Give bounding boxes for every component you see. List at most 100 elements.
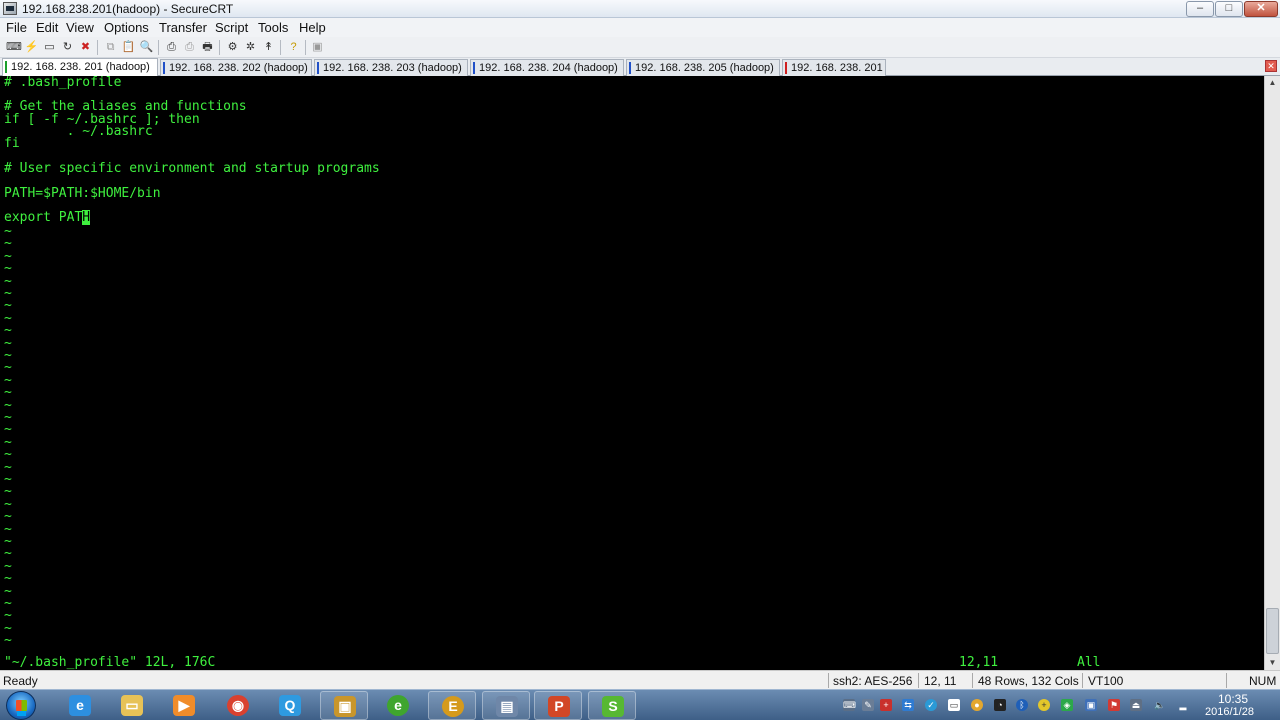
security-shield-icon[interactable]: ◈ (1061, 699, 1073, 711)
taskbar-media-player[interactable]: ▶ (160, 691, 208, 720)
leaf-icon: S (602, 696, 624, 717)
terminal-text: export PAT (4, 210, 83, 225)
flag-tray-icon[interactable]: ⚑ (1108, 699, 1120, 711)
chrome-tray-icon[interactable]: ● (971, 699, 983, 711)
session-options-icon[interactable]: ⚙ (225, 40, 240, 54)
green-e-icon: e (387, 695, 409, 716)
taskbar-editor[interactable]: E (428, 691, 476, 720)
taskbar-remote-desktop[interactable]: ▤ (482, 691, 530, 720)
tab-status-icon (317, 62, 319, 74)
tab-status-icon (473, 62, 475, 74)
taskbar-internet-explorer[interactable]: e (56, 691, 104, 720)
print-selection-icon[interactable]: ⎙ (182, 40, 197, 54)
menu-help[interactable]: Help (299, 20, 326, 35)
connect-icon[interactable]: ⌨ (6, 40, 22, 54)
menu-script[interactable]: Script (215, 20, 248, 35)
shield-tray-icon[interactable]: ✓ (925, 699, 937, 711)
clock-time[interactable]: 10:35 (1218, 692, 1248, 706)
paste-icon[interactable]: 📋 (121, 40, 136, 54)
status-divider (1226, 673, 1227, 688)
copy-icon[interactable]: ⧉ (103, 40, 118, 54)
bluetooth-icon[interactable]: ᛒ (1016, 699, 1028, 711)
menu-bar: File Edit View Options Transfer Script T… (0, 18, 1280, 37)
usb-tray-icon[interactable]: ⏏ (1130, 699, 1142, 711)
tab-status-icon (629, 62, 631, 74)
find-icon[interactable]: 🔍 (139, 40, 154, 54)
keymap-icon[interactable]: ↟ (261, 40, 276, 54)
tab-session-203[interactable]: 192. 168. 238. 203 (hadoop) (314, 59, 468, 76)
title-bar: 192.168.238.201(hadoop) - SecureCRT – □ … (0, 0, 1280, 18)
menu-tools[interactable]: Tools (258, 20, 288, 35)
scrollbar-thumb[interactable] (1266, 608, 1279, 654)
terminal-line: fi (4, 136, 20, 151)
status-divider (1082, 673, 1083, 688)
terminal-view[interactable]: # .bash_profile # Get the aliases and fu… (0, 76, 1264, 670)
taskbar-chrome[interactable]: ◉ (214, 691, 262, 720)
menu-options[interactable]: Options (104, 20, 149, 35)
print-icon[interactable]: 🖶 (200, 40, 215, 54)
menu-edit[interactable]: Edit (36, 20, 58, 35)
tab-status-icon (5, 61, 7, 73)
terminal-cursor: H (82, 210, 91, 225)
powerpoint-icon: P (548, 696, 570, 717)
status-size: 48 Rows, 132 Cols (978, 674, 1079, 688)
maximize-button[interactable]: □ (1215, 1, 1243, 17)
terminal-scrollbar[interactable]: ▲ ▼ (1264, 76, 1280, 670)
clock-date[interactable]: 2016/1/28 (1205, 706, 1254, 718)
tab-session-202[interactable]: 192. 168. 238. 202 (hadoop) (160, 59, 312, 76)
browser-icon: Q (279, 695, 301, 716)
taskbar-browser-green[interactable]: e (374, 691, 422, 720)
toolbar: ⌨ ⚡ ▭ ↻ ✖ ⧉ 📋 🔍 ⎙ ⎙ 🖶 ⚙ ✲ ↟ ? ▣ (0, 37, 1280, 58)
taskbar-powerpoint[interactable]: P (534, 691, 582, 720)
securecrt-app-icon[interactable] (3, 2, 17, 15)
status-cipher: ssh2: AES-256 (833, 674, 913, 688)
start-button[interactable] (6, 691, 36, 720)
minimize-button[interactable]: – (1186, 1, 1214, 17)
tab-session-204[interactable]: 192. 168. 238. 204 (hadoop) (470, 59, 624, 76)
plus-tray-icon[interactable]: + (1038, 699, 1050, 711)
scroll-up-icon[interactable]: ▲ (1265, 76, 1280, 90)
status-divider (828, 673, 829, 688)
menu-view[interactable]: View (66, 20, 94, 35)
tab-label: 192. 168. 238. 202 (hadoop) (169, 62, 308, 74)
terminal-line: # .bash_profile (4, 76, 122, 90)
pen-tray-icon[interactable]: ✎ (862, 699, 874, 711)
close-window-button[interactable]: ✕ (1244, 1, 1278, 17)
window-tray-icon[interactable]: ▭ (948, 699, 960, 711)
status-bar: Ready ssh2: AES-256 12, 11 48 Rows, 132 … (0, 670, 1280, 689)
global-options-icon[interactable]: ✲ (243, 40, 258, 54)
quick-connect-icon[interactable]: ⚡ (24, 40, 39, 54)
tab-session-201[interactable]: 192. 168. 238. 201 (hadoop) (2, 58, 158, 76)
scroll-down-icon[interactable]: ▼ (1265, 656, 1280, 670)
options-icon[interactable]: ▣ (310, 40, 325, 54)
tab-session-201-disconnected[interactable]: 192. 168. 238. 201 (782, 59, 886, 76)
tab-label: 192. 168. 238. 205 (hadoop) (635, 62, 774, 74)
vi-scroll-position: All (1077, 655, 1101, 670)
taskbar-qq-browser[interactable]: Q (266, 691, 314, 720)
toolbar-separator (97, 40, 98, 55)
reconnect-icon[interactable]: ↻ (60, 40, 75, 54)
connect-in-tab-icon[interactable]: ▭ (42, 40, 57, 54)
tab-label: 192. 168. 238. 201 (hadoop) (11, 61, 150, 73)
signal-icon[interactable]: ▂ (1177, 699, 1189, 711)
menu-transfer[interactable]: Transfer (159, 20, 207, 35)
taskbar-file-explorer[interactable]: ▭ (108, 691, 156, 720)
disconnect-icon[interactable]: ✖ (78, 40, 93, 54)
taskbar-xshell[interactable]: S (588, 691, 636, 720)
close-tab-icon[interactable]: ✕ (1265, 60, 1277, 72)
antivirus-tray-icon[interactable]: + (880, 699, 892, 711)
help-icon[interactable]: ? (286, 40, 301, 54)
network-share-tray-icon[interactable]: ⇆ (902, 699, 914, 711)
tab-status-icon (785, 62, 787, 74)
taskbar-securecrt[interactable]: ▣ (320, 691, 368, 720)
print-setup-icon[interactable]: ⎙ (164, 40, 179, 54)
display-tray-icon[interactable]: ▣ (1085, 699, 1097, 711)
session-tab-bar: 192. 168. 238. 201 (hadoop) 192. 168. 23… (0, 58, 1280, 76)
toolbar-separator (158, 40, 159, 55)
terminal-line: . ~/.bashrc (4, 124, 153, 139)
tab-session-205[interactable]: 192. 168. 238. 205 (hadoop) (626, 59, 780, 76)
keyboard-tray-icon[interactable]: ⌨ (843, 699, 856, 711)
qq-tray-icon[interactable]: ◔ (994, 699, 1006, 711)
menu-file[interactable]: File (6, 20, 27, 35)
volume-icon[interactable]: 🔈 (1154, 699, 1166, 711)
